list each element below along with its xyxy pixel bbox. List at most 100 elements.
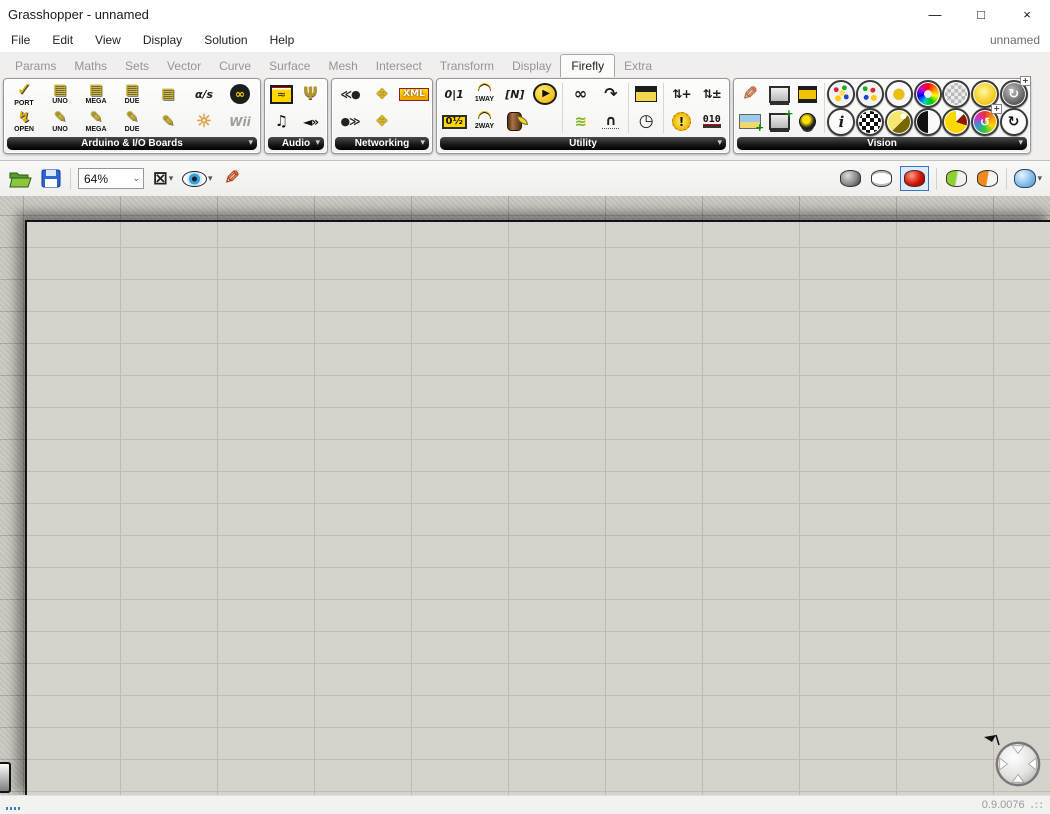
color-palette-button[interactable]	[856, 80, 885, 108]
stopwatch-button[interactable]: ◷	[639, 108, 654, 135]
wii-nunchuck-button[interactable]: Wii	[229, 108, 250, 135]
checkerboard-filter-button[interactable]	[856, 108, 885, 136]
canvas-pasteboard[interactable]	[0, 196, 1050, 795]
swirl-filter-button[interactable]: ↺	[970, 104, 1002, 136]
tab-surface[interactable]: Surface	[260, 56, 319, 76]
tab-params[interactable]: Params	[6, 56, 65, 76]
tab-vector[interactable]: Vector	[158, 56, 210, 76]
tab-mesh[interactable]: Mesh	[319, 56, 366, 76]
tab-firefly[interactable]: Firefly	[560, 54, 616, 77]
close-button[interactable]: ×	[1004, 0, 1050, 28]
video-player-button[interactable]	[798, 81, 818, 108]
group-label-utility[interactable]: Utility ▾	[440, 137, 726, 150]
smooth-data-button[interactable]: [N]	[505, 81, 524, 108]
open-file-button[interactable]	[8, 166, 32, 192]
color-wheel-button[interactable]	[913, 80, 942, 108]
status-grip-left[interactable]	[6, 806, 20, 810]
wireless-receive-button[interactable]: ≪●	[340, 81, 360, 108]
tab-sets[interactable]: Sets	[116, 56, 158, 76]
data-buffer-button[interactable]	[507, 108, 529, 135]
mega-write-button[interactable]: ✎ MEGA	[86, 108, 107, 135]
preview-selected-only-button[interactable]	[944, 166, 968, 192]
group-expand-arrow-icon[interactable]: ▾	[315, 138, 320, 147]
threshold-spot-button[interactable]	[884, 108, 913, 136]
generic-read-button[interactable]: ▤	[161, 81, 174, 108]
menu-view[interactable]: View	[84, 30, 132, 50]
group-expand-arrow-icon[interactable]: ▾	[420, 138, 425, 147]
menu-edit[interactable]: Edit	[41, 30, 84, 50]
preview-wireframe-button[interactable]	[869, 166, 893, 192]
constrain-cuffs-button[interactable]: ∞	[574, 81, 587, 108]
open-port-button[interactable]: ↯ OPEN	[14, 108, 34, 135]
group-expand-arrow-icon[interactable]: ▾	[717, 138, 722, 147]
xml-search-button[interactable]: XML	[399, 81, 429, 108]
menu-help[interactable]: Help	[259, 30, 306, 50]
two-way-gauge-button[interactable]: ◠ 2WAY	[475, 108, 494, 135]
mosaic-filter-button[interactable]	[942, 80, 971, 108]
canvas-navigation-compass[interactable]	[994, 740, 1042, 788]
preview-off-button[interactable]	[838, 166, 862, 192]
zoom-extents-button[interactable]: ⊠ ▾	[151, 166, 175, 192]
group-label-audio[interactable]: Audio ▾	[268, 137, 324, 150]
resize-grip[interactable]: .::	[1031, 799, 1044, 811]
image-import-button[interactable]	[739, 108, 764, 135]
maximize-button[interactable]: □	[958, 0, 1004, 28]
microphone-button[interactable]: Ψ	[303, 81, 317, 108]
menu-display[interactable]: Display	[132, 30, 193, 50]
state-increment-button[interactable]: ⇅+	[672, 81, 691, 108]
play-animation-button[interactable]: ▶	[533, 81, 558, 108]
preview-visibility-button[interactable]: ▾	[182, 166, 213, 192]
group-expand-arrow-icon[interactable]: ▾	[248, 138, 253, 147]
camera-capture-button[interactable]	[768, 108, 794, 135]
screen-capture-button[interactable]	[768, 81, 790, 108]
remap-curve-button[interactable]: ↷	[604, 81, 617, 108]
refresh-image-button[interactable]: ↻	[999, 108, 1028, 136]
uno-read-button[interactable]: ▤ UNO	[52, 81, 68, 108]
menu-file[interactable]: File	[0, 30, 41, 50]
state-decrement-button[interactable]: ⇅±	[703, 81, 722, 108]
binary-sequence-button[interactable]: 010	[702, 108, 721, 135]
frequency-note-button[interactable]: ♫	[275, 108, 288, 135]
rotate-image-button[interactable]: ↻	[999, 76, 1031, 108]
arduino-logo-button[interactable]: ∞	[230, 81, 250, 108]
color-sampler-button[interactable]	[827, 80, 856, 108]
tab-transform[interactable]: Transform	[431, 56, 503, 76]
webcam-button[interactable]	[799, 108, 817, 135]
due-write-button[interactable]: ✎ DUE	[125, 108, 140, 135]
group-expand-arrow-icon[interactable]: ▾	[1018, 138, 1023, 147]
counter-button[interactable]: 0½	[441, 108, 467, 135]
tab-intersect[interactable]: Intersect	[367, 56, 431, 76]
menu-solution[interactable]: Solution	[193, 30, 258, 50]
tab-maths[interactable]: Maths	[65, 56, 116, 76]
network-hub-out-button[interactable]: ❖	[375, 81, 388, 108]
mega-read-button[interactable]: ▤ MEGA	[86, 81, 107, 108]
network-hub-in-button[interactable]: ❖	[375, 108, 388, 135]
tab-display[interactable]: Display	[503, 56, 560, 76]
preview-custom-button[interactable]	[975, 166, 999, 192]
due-read-button[interactable]: ▤ DUE	[125, 81, 140, 108]
toggle-switch-button[interactable]: 0|1	[445, 81, 464, 108]
frame-recorder-button[interactable]	[635, 81, 658, 108]
zoom-level-combobox[interactable]: 64% ⌄	[78, 168, 144, 189]
firmata-gear-button[interactable]: ☼	[196, 108, 212, 135]
preview-quality-button[interactable]: ▾	[1014, 166, 1042, 192]
wireless-send-button[interactable]: ●≫	[340, 108, 360, 135]
save-file-button[interactable]	[39, 166, 63, 192]
contrast-filter-button[interactable]	[913, 108, 942, 136]
speaker-out-button[interactable]: ◄»	[303, 108, 319, 135]
preview-shaded-button[interactable]	[900, 166, 930, 191]
paintbrush-button[interactable]: ✎	[742, 81, 758, 108]
one-way-gauge-button[interactable]: ◠ 1WAY	[475, 81, 494, 108]
canvas-corner-widget[interactable]	[0, 762, 11, 793]
sketch-tool-button[interactable]: ✎	[220, 166, 244, 192]
tab-curve[interactable]: Curve	[210, 56, 260, 76]
image-info-button[interactable]: i	[827, 108, 856, 136]
canvas-document[interactable]	[25, 220, 1050, 795]
minimize-button[interactable]: —	[912, 0, 958, 28]
generic-write-button[interactable]: ✎	[162, 108, 175, 135]
alert-flash-button[interactable]: !	[671, 108, 691, 135]
group-label-arduino-io-boards[interactable]: Arduino & I/O Boards ▾	[7, 137, 257, 150]
bell-curve-button[interactable]: ∩	[602, 108, 620, 135]
group-label-networking[interactable]: Networking ▾	[335, 137, 429, 150]
ports-available-button[interactable]: ✓ PORT	[14, 81, 33, 108]
